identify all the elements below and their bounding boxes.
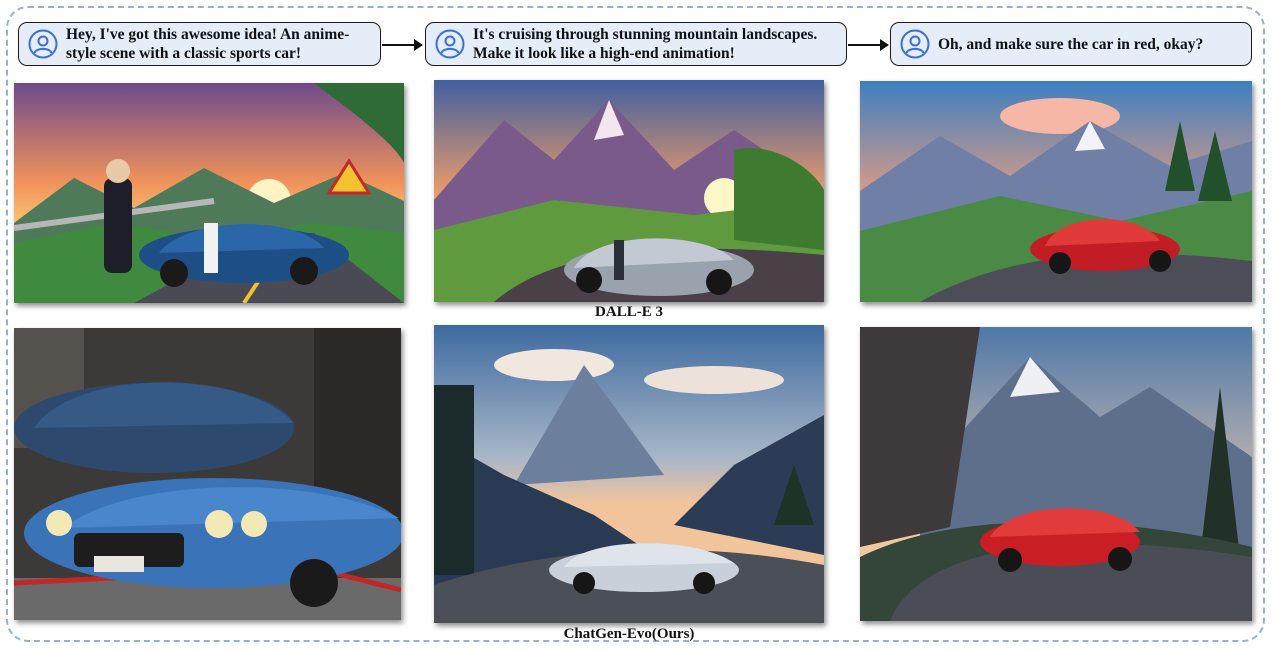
user-avatar-icon: [900, 29, 930, 59]
right-arrow-icon: [382, 39, 423, 51]
prompt-bubble-2: It's cruising through stunning mountain …: [425, 22, 847, 66]
caption-dalle3: DALL-E 3: [595, 304, 663, 320]
prompt-2-line-1: It's cruising through stunning mountain …: [473, 26, 818, 43]
prompt-bubble-1: Hey, I've got this awesome idea! An anim…: [18, 22, 381, 66]
dalle3-image-2: [434, 80, 824, 302]
prompt-1-line-1: Hey, I've got this awesome idea! An anim…: [66, 26, 350, 43]
user-avatar-icon: [435, 29, 465, 59]
prompt-1-line-2: style scene with a classic sports car!: [66, 45, 302, 62]
dalle3-image-3: [860, 81, 1252, 302]
prompt-bubble-3: Oh, and make sure the car in red, okay?: [890, 22, 1252, 66]
chatgen-image-2: [434, 325, 824, 623]
chatgen-image-1: [14, 328, 401, 620]
chatgen-image-3: [860, 327, 1252, 621]
caption-chatgen-evo: ChatGen-Evo(Ours): [563, 626, 695, 642]
dalle3-image-1: [14, 83, 404, 303]
prompt-2-line-2: Make it look like a high-end animation!: [473, 45, 735, 62]
right-arrow-icon: [848, 39, 889, 51]
prompt-3-line-1: Oh, and make sure the car in red, okay?: [938, 35, 1204, 53]
user-avatar-icon: [28, 29, 58, 59]
